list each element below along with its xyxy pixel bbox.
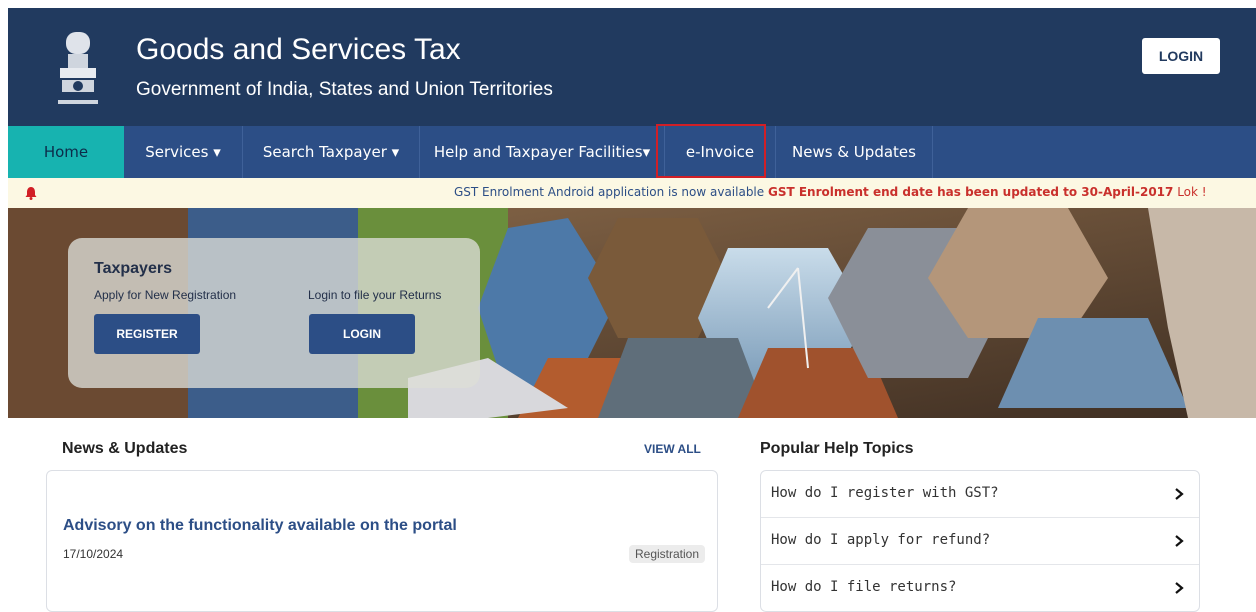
nav-news-updates[interactable]: News & Updates [776,126,932,178]
site-title: Goods and Services Tax [136,33,461,66]
site-header: Goods and Services Tax Government of Ind… [8,8,1256,126]
ticker-item[interactable]: Lok ! [1173,185,1206,199]
news-heading: News & Updates [62,440,188,457]
help-heading: Popular Help Topics [760,440,914,457]
help-topic-refund[interactable]: How do I apply for refund? [761,518,1199,565]
news-item-title[interactable]: Advisory on the functionality available … [63,517,457,535]
main-nav: Home Services ▾ Search Taxpayer ▾ Help a… [8,126,1256,178]
chevron-right-icon [1175,535,1184,547]
nav-help-facilities[interactable]: Help and Taxpayer Facilities▾ [420,126,664,178]
help-topic-returns[interactable]: How do I file returns? [761,565,1199,611]
ticker-item[interactable]: GST Enrolment Android application is now… [454,185,768,199]
news-item-tag: Registration [629,545,706,563]
nav-divider [932,126,933,178]
nav-services[interactable]: Services ▾ [124,126,242,178]
announcement-ticker: GST Enrolment Android application is now… [8,178,1256,208]
returns-login-button[interactable]: LOGIN [309,314,415,354]
help-topic-label: How do I apply for refund? [771,532,991,548]
login-caption: Login to file your Returns [308,288,442,302]
e-invoice-highlight-box [656,124,766,178]
taxpayers-card: Taxpayers Apply for New Registration Log… [68,238,480,388]
national-emblem-logo [58,32,98,104]
hero-banner: Taxpayers Apply for New Registration Log… [8,208,1256,418]
header-login-button[interactable]: LOGIN [1142,38,1220,74]
news-item-date: 17/10/2024 [63,547,124,561]
help-topic-label: How do I file returns? [771,579,957,595]
ticker-item-highlight[interactable]: GST Enrolment end date has been updated … [768,185,1173,199]
bell-icon [25,187,37,200]
register-button[interactable]: REGISTER [94,314,200,354]
ticker-text: GST Enrolment Android application is now… [454,185,1207,199]
help-topics-list: How do I register with GST? How do I app… [760,470,1200,612]
news-card: Advisory on the functionality available … [46,470,718,612]
nav-home[interactable]: Home [8,126,124,178]
view-all-link[interactable]: VIEW ALL [644,442,701,456]
nav-search-taxpayer[interactable]: Search Taxpayer ▾ [243,126,419,178]
help-topic-label: How do I register with GST? [771,485,999,501]
taxpayers-title: Taxpayers [94,260,172,277]
chevron-right-icon [1175,488,1184,500]
top-strip [0,0,1256,8]
register-caption: Apply for New Registration [94,288,237,302]
chevron-right-icon [1175,582,1184,594]
help-topic-register[interactable]: How do I register with GST? [761,471,1199,518]
site-subtitle: Government of India, States and Union Te… [136,79,553,100]
